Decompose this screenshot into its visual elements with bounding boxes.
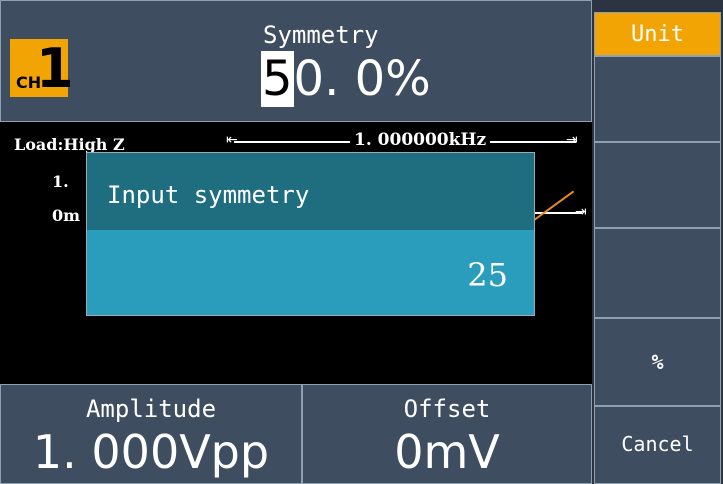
- input-dialog: Input symmetry 25: [86, 152, 535, 316]
- waveform-trace: [529, 190, 575, 224]
- channel-number: 1: [36, 37, 74, 100]
- amplitude-label: Amplitude: [85, 395, 217, 423]
- parameter-title: Symmetry: [263, 21, 379, 49]
- menu-unit-button[interactable]: Unit: [594, 12, 721, 56]
- menu-percent-button[interactable]: %: [594, 318, 721, 406]
- softkey-menu: Unit % Cancel: [592, 0, 723, 484]
- value-remaining: 0. 0%: [293, 51, 431, 107]
- parameter-value: 50. 0%: [261, 51, 431, 107]
- value-cursor-digit: 5: [261, 51, 294, 107]
- parameter-header: CH 1 Symmetry 50. 0%: [0, 0, 592, 122]
- menu-blank-button-3[interactable]: [594, 228, 721, 318]
- offset-value: 0mV: [394, 425, 500, 479]
- symmetry-input[interactable]: 25: [87, 230, 534, 315]
- amplitude-panel[interactable]: Amplitude 1. 000Vpp: [0, 384, 302, 484]
- amplitude-axis-label: 1.: [52, 172, 69, 191]
- menu-blank-button-2[interactable]: [594, 142, 721, 228]
- arrow-right-icon: ⇥: [575, 204, 587, 220]
- offset-label: Offset: [403, 395, 491, 423]
- frequency-label: 1. 000000kHz: [350, 130, 491, 150]
- channel-badge: CH 1: [10, 37, 74, 100]
- offset-panel[interactable]: Offset 0mV: [302, 384, 592, 484]
- dialog-title: Input symmetry: [107, 181, 310, 209]
- arrow-left-icon: ⇤: [226, 132, 238, 148]
- function-generator-screen: CH 1 Symmetry 50. 0% Load:High Z ⇤ ⇥ 1. …: [0, 0, 723, 484]
- offset-axis-label: 0m: [52, 206, 81, 225]
- arrow-right-icon: ⇥: [566, 132, 578, 148]
- amplitude-value: 1. 000Vpp: [32, 425, 270, 479]
- menu-cancel-button[interactable]: Cancel: [594, 406, 721, 484]
- menu-blank-button-1[interactable]: [594, 56, 721, 142]
- symmetry-input-value: 25: [467, 256, 508, 294]
